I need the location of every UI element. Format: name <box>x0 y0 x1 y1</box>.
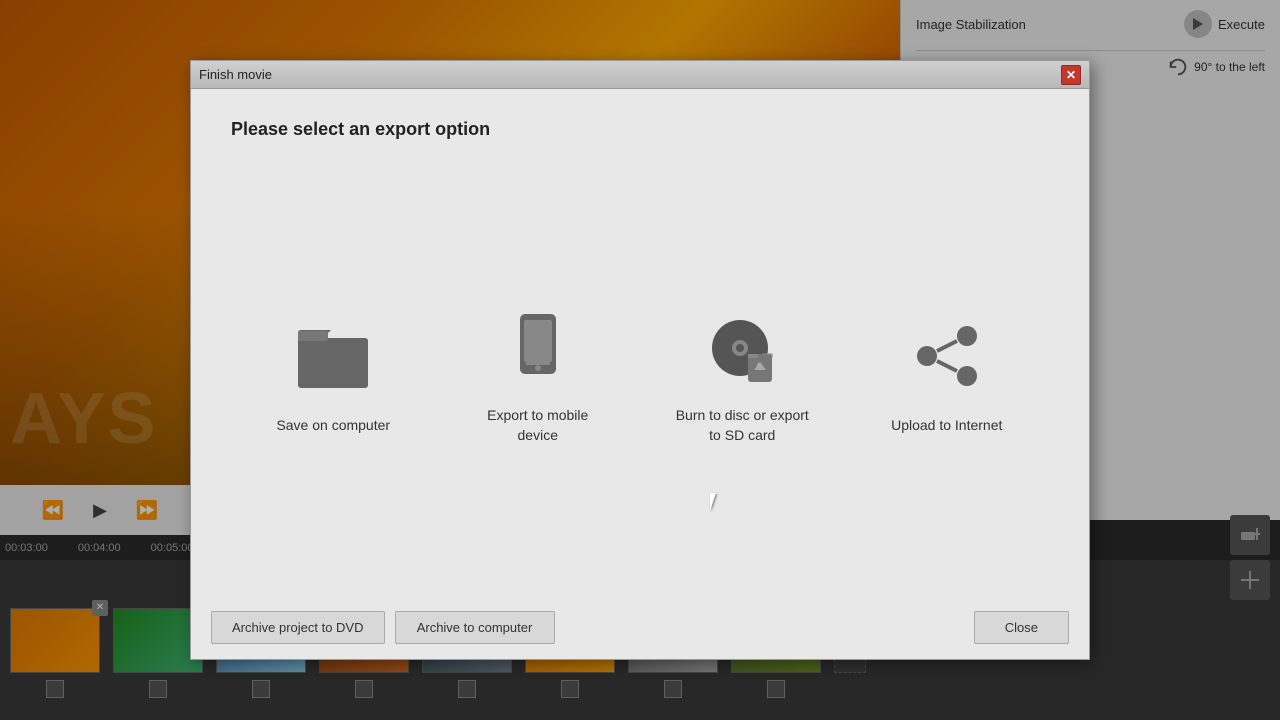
archive-dvd-button[interactable]: Archive project to DVD <box>211 611 385 644</box>
modal-overlay: Finish movie ✕ Please select an export o… <box>0 0 1280 720</box>
upload-internet-option[interactable]: Upload to Internet <box>862 296 1032 451</box>
save-computer-label: Save on computer <box>276 416 390 436</box>
export-mobile-option[interactable]: Export to mobile device <box>453 286 623 460</box>
burn-disc-label: Burn to disc or export to SD card <box>672 406 812 445</box>
dialog-titlebar: Finish movie ✕ <box>191 61 1089 89</box>
dialog-close-button[interactable]: ✕ <box>1061 65 1081 85</box>
export-mobile-label: Export to mobile device <box>468 406 608 445</box>
disc-icon <box>697 301 787 391</box>
close-dialog-button[interactable]: Close <box>974 611 1069 644</box>
burn-disc-option[interactable]: Burn to disc or export to SD card <box>657 286 827 460</box>
archive-computer-button[interactable]: Archive to computer <box>395 611 555 644</box>
dialog-body: Please select an export option Save on c… <box>191 89 1089 596</box>
dialog-title: Finish movie <box>199 67 272 82</box>
folder-icon <box>288 311 378 401</box>
save-on-computer-option[interactable]: Save on computer <box>248 296 418 451</box>
archive-buttons: Archive project to DVD Archive to comput… <box>211 611 959 644</box>
dialog-footer: Archive project to DVD Archive to comput… <box>191 596 1089 659</box>
share-icon <box>902 311 992 401</box>
export-options-container: Save on computer Export to mobile device <box>231 180 1049 566</box>
mobile-icon <box>493 301 583 391</box>
dialog-header: Please select an export option <box>231 119 1049 140</box>
upload-internet-label: Upload to Internet <box>891 416 1002 436</box>
finish-movie-dialog: Finish movie ✕ Please select an export o… <box>190 60 1090 660</box>
